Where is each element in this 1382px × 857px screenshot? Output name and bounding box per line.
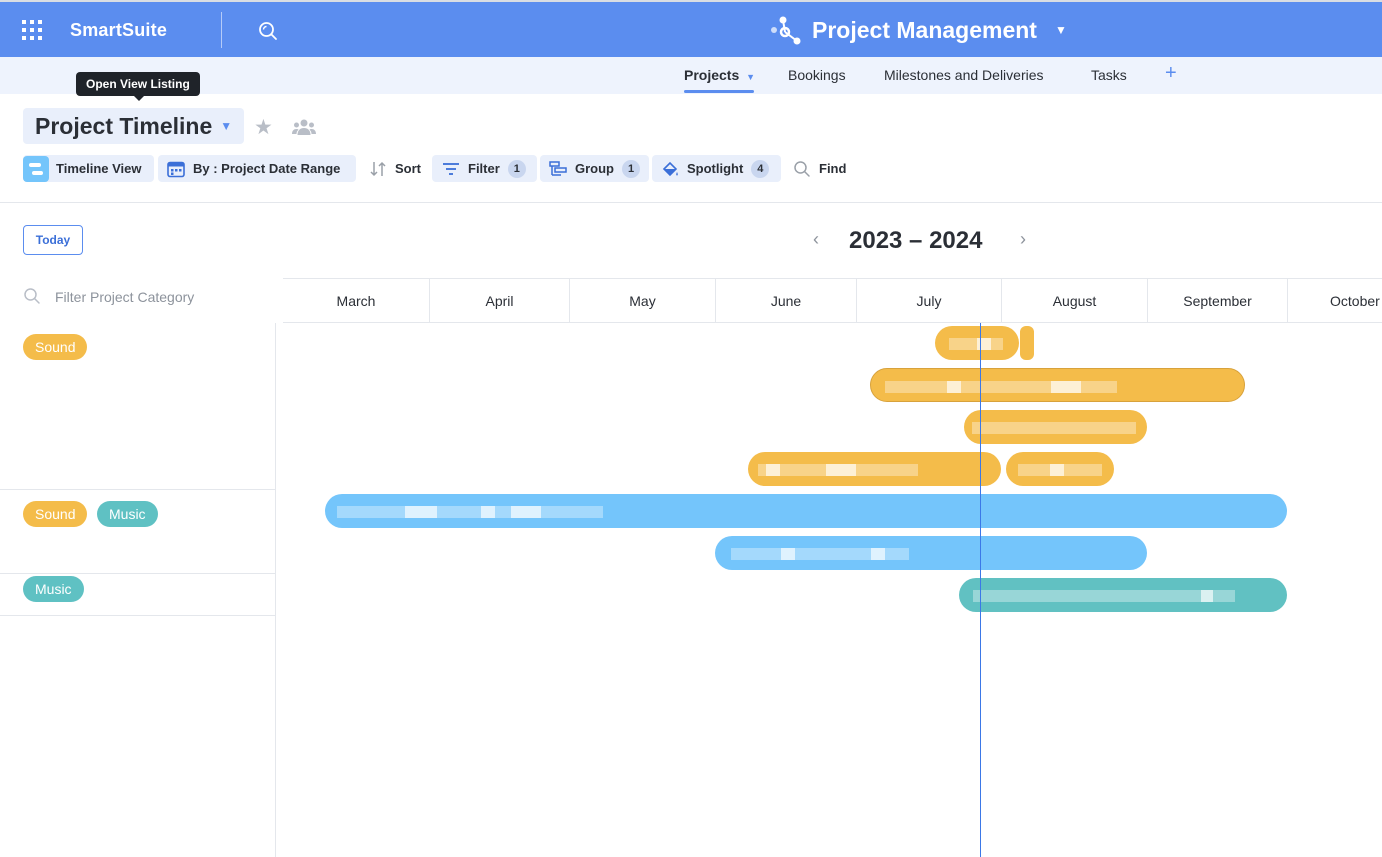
timeline-bar[interactable] [715,536,1147,570]
date-range-button[interactable]: By : Project Date Range [158,155,356,182]
star-icon[interactable]: ★ [254,115,273,140]
month-september: September [1147,279,1287,323]
active-tab-underline [684,90,754,93]
blurred-label [1051,381,1081,393]
view-title: Project Timeline [35,112,213,139]
tag-music[interactable]: Music [23,576,84,602]
filter-label: Filter [468,161,500,176]
tag-sound[interactable]: Sound [23,334,88,360]
blurred-label [1201,590,1213,602]
search-icon [24,288,40,304]
tab-milestones[interactable]: Milestones and Deliveries [884,67,1044,83]
filter-icon [443,162,459,175]
group-divider [0,573,275,574]
blurred-label [511,506,541,518]
today-button[interactable]: Today [23,225,83,255]
apps-grid-icon[interactable] [22,20,42,40]
chevron-down-icon: ▼ [746,72,756,82]
blurred-label [885,381,1117,393]
chevron-left-icon[interactable]: ‹ [813,229,819,250]
find-icon [794,160,810,177]
group-divider [0,489,275,490]
blurred-label [1050,464,1064,476]
month-july: July [856,279,1001,323]
blurred-label [972,422,1136,434]
tab-tasks[interactable]: Tasks [1091,67,1127,83]
tag-sound[interactable]: Sound [23,501,88,527]
filter-button[interactable]: Filter 1 [432,155,537,182]
tab-bookings[interactable]: Bookings [788,67,846,83]
blurred-label [826,464,856,476]
blurred-label [781,548,795,560]
shared-users-icon[interactable] [292,117,316,137]
group-button[interactable]: Group 1 [540,155,649,182]
group-count-badge: 1 [622,159,640,178]
solution-title: Project Management [812,16,1037,43]
timeline-bar[interactable] [959,578,1287,612]
search-icon[interactable] [257,20,279,42]
top-header: SmartSuite Project Management ▼ [0,0,1382,57]
month-october: October [1287,279,1382,323]
month-august: August [1001,279,1147,323]
blurred-label [337,506,603,518]
calendar-icon [167,161,185,177]
month-april: April [429,279,569,323]
month-march: March [336,293,376,309]
timeline-bar[interactable] [935,326,1019,360]
today-marker-line [980,323,981,857]
month-june: June [715,279,856,323]
tag-music[interactable]: Music [97,501,158,527]
add-table-icon[interactable]: + [1165,62,1177,85]
blurred-label [949,338,1003,350]
group-divider [0,615,275,616]
blurred-label [973,590,1235,602]
chevron-down-icon: ▼ [220,119,233,133]
timeline-bar[interactable] [1020,326,1034,360]
header-divider [221,12,222,48]
blurred-label [481,506,495,518]
spotlight-button[interactable]: Spotlight 4 [652,155,781,182]
chevron-right-icon[interactable]: › [1020,229,1026,250]
sort-icon [370,161,386,176]
blurred-label [871,548,885,560]
blurred-label [405,506,437,518]
timeline-view-label: Timeline View [56,161,142,176]
timeline-bar[interactable] [870,368,1245,402]
tab-projects[interactable]: Projects ▼ [684,67,755,83]
blurred-label [947,381,961,393]
timeline-bar[interactable] [1006,452,1114,486]
filter-count-badge: 1 [507,159,526,178]
tab-projects-label: Projects [684,67,740,83]
blurred-label [766,464,780,476]
timeline-view-button[interactable]: Timeline View [23,155,154,182]
tooltip: Open View Listing [76,72,200,101]
find-button[interactable]: Find [793,155,846,182]
app-window: SmartSuite Project Management ▼ Projects… [0,0,1382,857]
paint-bucket-icon [662,161,678,176]
find-label: Find [819,161,847,176]
timeline-view-icon [23,155,49,182]
sort-label: Sort [395,161,421,176]
year-range-title: 2023 – 2024 [849,227,983,254]
table-tabs: Projects ▼ Bookings Milestones and Deliv… [0,57,1382,94]
month-header: March April May June July August Septemb… [283,278,1382,323]
timeline-bar[interactable] [748,452,1001,486]
group-icon [549,160,567,176]
view-listing-button[interactable]: Project Timeline ▼ [23,108,245,144]
spotlight-count-badge: 4 [751,159,770,178]
date-range-label: By : Project Date Range [193,161,341,176]
filter-category-input[interactable] [55,287,265,307]
solution-switcher[interactable]: Project Management ▼ [768,14,1067,46]
timeline-bar[interactable] [964,410,1147,444]
panel-divider [275,323,276,857]
spotlight-label: Spotlight [687,161,744,176]
brand-logo[interactable]: SmartSuite [70,20,167,41]
group-label: Group [575,161,614,176]
toolbar-divider [0,202,1382,203]
timeline-bar[interactable] [325,494,1287,528]
solution-icon [771,16,801,45]
month-may: May [569,279,715,323]
chevron-down-icon: ▼ [1054,23,1067,37]
sort-button[interactable]: Sort [369,155,421,182]
